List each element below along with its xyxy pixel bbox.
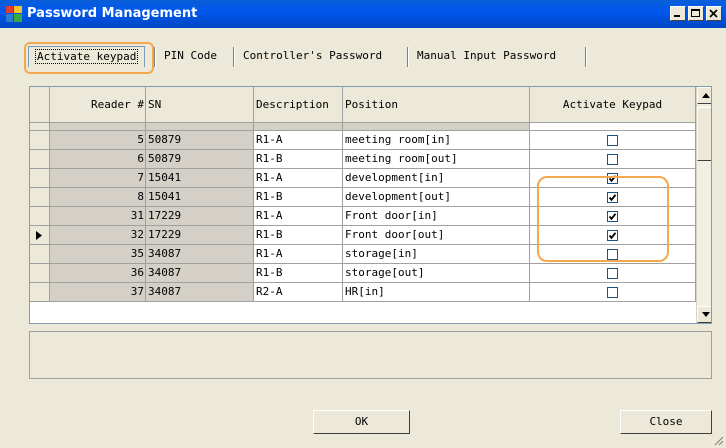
cell-activate-keypad xyxy=(530,264,696,283)
highlight-annotation-tab xyxy=(24,42,154,74)
cell-sn[interactable]: 17229 xyxy=(146,207,254,226)
cell-description[interactable]: R1-A xyxy=(254,169,343,188)
row-selector[interactable] xyxy=(30,264,50,283)
cell-description[interactable]: R1-B xyxy=(254,188,343,207)
cell-description xyxy=(254,123,343,131)
cell-sn[interactable]: 50879 xyxy=(146,131,254,150)
row-selector[interactable] xyxy=(30,283,50,302)
tab-separator xyxy=(585,47,587,67)
cell-reader[interactable]: 5 xyxy=(50,131,146,150)
cell-description[interactable]: R1-A xyxy=(254,131,343,150)
cell-reader[interactable]: 8 xyxy=(50,188,146,207)
cell-sn[interactable]: 17229 xyxy=(146,226,254,245)
cell-description[interactable]: R1-B xyxy=(254,264,343,283)
row-selector[interactable] xyxy=(30,150,50,169)
row-selector[interactable] xyxy=(30,123,50,131)
cell-position[interactable]: storage[out] xyxy=(343,264,530,283)
row-selector[interactable] xyxy=(30,131,50,150)
cell-activate-keypad xyxy=(530,131,696,150)
cell-position[interactable]: development[out] xyxy=(343,188,530,207)
cell-reader[interactable]: 37 xyxy=(50,283,146,302)
vertical-scrollbar[interactable] xyxy=(696,87,711,323)
header-activate-keypad[interactable]: Activate Keypad xyxy=(530,87,696,123)
cell-sn[interactable]: 50879 xyxy=(146,150,254,169)
row-selector[interactable] xyxy=(30,245,50,264)
table-row-partial xyxy=(30,123,696,131)
cell-activate-keypad xyxy=(530,150,696,169)
cell-sn xyxy=(146,123,254,131)
minimize-button[interactable] xyxy=(670,6,686,21)
cell-sn[interactable]: 15041 xyxy=(146,169,254,188)
tab-separator xyxy=(407,47,409,67)
table-row[interactable]: 37 34087 R2-A HR[in] xyxy=(30,283,696,302)
maximize-button[interactable] xyxy=(688,6,704,21)
cell-reader[interactable]: 32 xyxy=(50,226,146,245)
scroll-up-button[interactable] xyxy=(697,87,711,104)
close-button[interactable]: Close xyxy=(620,410,712,434)
cell-position[interactable]: meeting room[in] xyxy=(343,131,530,150)
table-row[interactable]: 6 50879 R1-B meeting room[out] xyxy=(30,150,696,169)
header-sn[interactable]: SN xyxy=(146,87,254,123)
cell-position[interactable]: Front door[in] xyxy=(343,207,530,226)
cell-description[interactable]: R1-A xyxy=(254,207,343,226)
cell-sn[interactable]: 34087 xyxy=(146,245,254,264)
row-selector[interactable] xyxy=(30,226,50,245)
activate-keypad-checkbox[interactable] xyxy=(607,286,618,298)
activate-keypad-checkbox[interactable] xyxy=(607,153,618,165)
current-row-arrow-icon xyxy=(36,231,42,240)
cell-reader xyxy=(50,123,146,131)
cell-reader[interactable]: 6 xyxy=(50,150,146,169)
cell-position[interactable]: HR[in] xyxy=(343,283,530,302)
row-selector[interactable] xyxy=(30,188,50,207)
tab-separator xyxy=(233,47,235,67)
cell-position[interactable]: meeting room[out] xyxy=(343,150,530,169)
row-selector[interactable] xyxy=(30,207,50,226)
scroll-thumb[interactable] xyxy=(697,107,711,161)
cell-reader[interactable]: 35 xyxy=(50,245,146,264)
grid-header: Reader # SN Description Position Activat… xyxy=(30,87,696,123)
table-row[interactable]: 36 34087 R1-B storage[out] xyxy=(30,264,696,283)
highlight-annotation-checkboxes xyxy=(537,176,669,262)
close-window-button[interactable] xyxy=(706,6,722,21)
header-row-selector xyxy=(30,87,50,123)
cell-reader[interactable]: 36 xyxy=(50,264,146,283)
info-panel xyxy=(29,331,712,379)
cell-position[interactable]: storage[in] xyxy=(343,245,530,264)
scroll-down-button[interactable] xyxy=(697,306,711,323)
cell-position[interactable]: Front door[out] xyxy=(343,226,530,245)
resize-grip-icon[interactable] xyxy=(712,434,724,446)
row-selector[interactable] xyxy=(30,169,50,188)
tab-separator xyxy=(154,47,156,67)
tab-manual-input-password[interactable]: Manual Input Password xyxy=(411,46,562,66)
tab-controllers-password[interactable]: Controller's Password xyxy=(237,46,388,66)
cell-description[interactable]: R2-A xyxy=(254,283,343,302)
ok-button[interactable]: OK xyxy=(313,410,410,434)
cell-activate-keypad xyxy=(530,123,696,131)
tab-pin-code[interactable]: PIN Code xyxy=(158,46,223,66)
cell-position xyxy=(343,123,530,131)
cell-activate-keypad xyxy=(530,283,696,302)
cell-reader[interactable]: 7 xyxy=(50,169,146,188)
app-icon xyxy=(6,6,22,22)
title-bar: Password Management xyxy=(0,0,726,28)
cell-sn[interactable]: 15041 xyxy=(146,188,254,207)
cell-description[interactable]: R1-B xyxy=(254,150,343,169)
header-description[interactable]: Description xyxy=(254,87,343,123)
table-row[interactable]: 5 50879 R1-A meeting room[in] xyxy=(30,131,696,150)
activate-keypad-checkbox[interactable] xyxy=(607,134,618,146)
window-title: Password Management xyxy=(27,6,198,21)
cell-position[interactable]: development[in] xyxy=(343,169,530,188)
cell-description[interactable]: R1-B xyxy=(254,226,343,245)
cell-sn[interactable]: 34087 xyxy=(146,283,254,302)
cell-reader[interactable]: 31 xyxy=(50,207,146,226)
cell-sn[interactable]: 34087 xyxy=(146,264,254,283)
activate-keypad-checkbox[interactable] xyxy=(607,267,618,279)
header-reader[interactable]: Reader # xyxy=(50,87,146,123)
cell-description[interactable]: R1-A xyxy=(254,245,343,264)
header-position[interactable]: Position xyxy=(343,87,530,123)
